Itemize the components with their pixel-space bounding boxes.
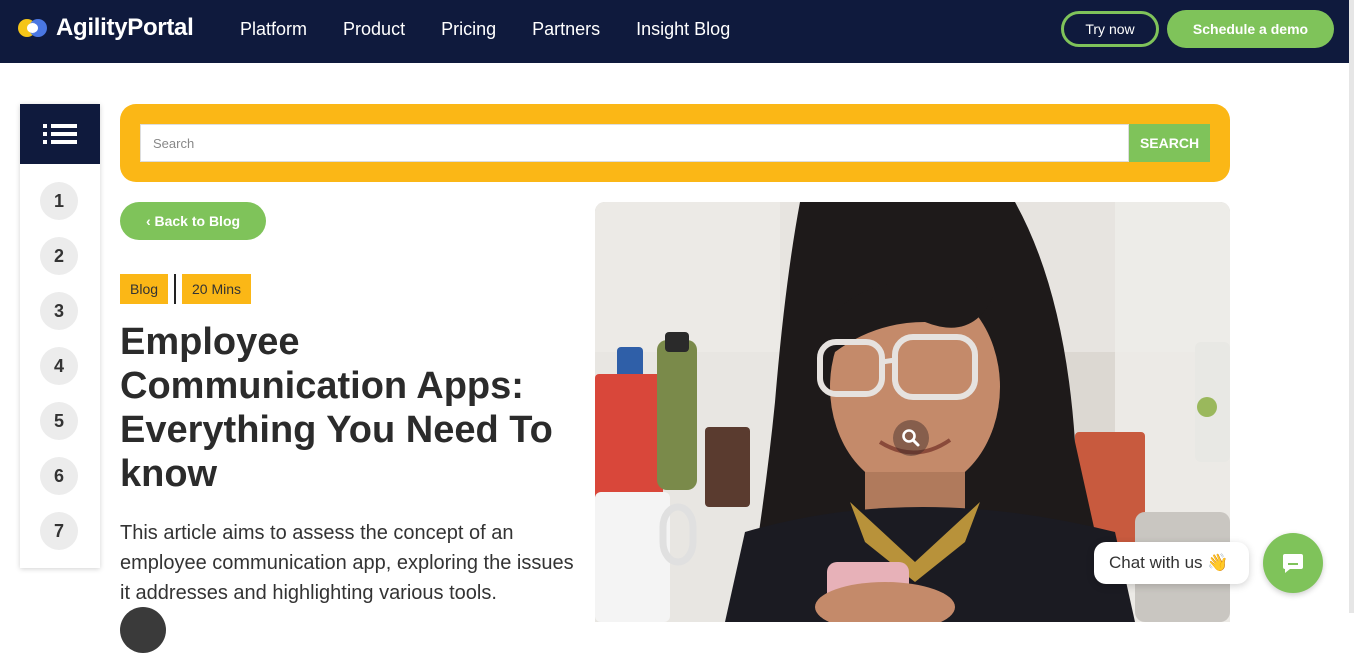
zoom-icon: [902, 429, 920, 447]
toc-item-3[interactable]: 3: [40, 292, 78, 330]
page-scrollbar[interactable]: [1349, 0, 1354, 613]
toc-item-2[interactable]: 2: [40, 237, 78, 275]
chat-prompt-bubble[interactable]: Chat with us 👋: [1094, 542, 1249, 584]
try-now-button[interactable]: Try now: [1061, 11, 1159, 47]
toc-item-6[interactable]: 6: [40, 457, 78, 495]
read-time-tag: 20 Mins: [182, 274, 252, 304]
nav-pricing[interactable]: Pricing: [441, 19, 496, 40]
author-avatar: [120, 607, 166, 653]
list-icon: [43, 124, 77, 144]
chat-icon: [1283, 554, 1303, 573]
toc-header[interactable]: [20, 104, 100, 164]
nav-insight-blog[interactable]: Insight Blog: [636, 19, 730, 40]
table-of-contents-sidebar: 1 2 3 4 5 6 7: [20, 104, 100, 568]
open-chat-button[interactable]: [1263, 533, 1323, 593]
logo-mark-icon: [18, 17, 54, 39]
search-panel: SEARCH: [120, 104, 1230, 182]
main-menu: Platform Product Pricing Partners Insigh…: [240, 19, 766, 40]
schedule-demo-button[interactable]: Schedule a demo: [1167, 10, 1334, 48]
toc-item-1[interactable]: 1: [40, 182, 78, 220]
waving-hand-icon: 👋: [1207, 553, 1229, 572]
agilityportal-logo[interactable]: AgilityPortal: [18, 14, 194, 42]
chat-prompt-label: Chat with us: [1109, 553, 1203, 572]
back-to-blog-button[interactable]: ‹ Back to Blog: [120, 202, 266, 240]
logo-text: AgilityPortal: [56, 14, 194, 41]
search-button[interactable]: SEARCH: [1129, 124, 1210, 162]
search-input[interactable]: [140, 124, 1129, 162]
article-excerpt: This article aims to assess the concept …: [120, 522, 574, 604]
toc-item-5[interactable]: 5: [40, 402, 78, 440]
top-navbar: AgilityPortal Platform Product Pricing P…: [0, 0, 1349, 63]
toc-item-4[interactable]: 4: [40, 347, 78, 385]
category-tag[interactable]: Blog: [120, 274, 169, 304]
nav-platform[interactable]: Platform: [240, 19, 307, 40]
zoom-image-button[interactable]: [893, 420, 929, 456]
nav-partners[interactable]: Partners: [532, 19, 600, 40]
tag-divider: [174, 274, 176, 304]
nav-product[interactable]: Product: [343, 19, 405, 40]
toc-item-7[interactable]: 7: [40, 512, 78, 550]
article-title: Employee Communication Apps: Everything …: [120, 321, 553, 495]
